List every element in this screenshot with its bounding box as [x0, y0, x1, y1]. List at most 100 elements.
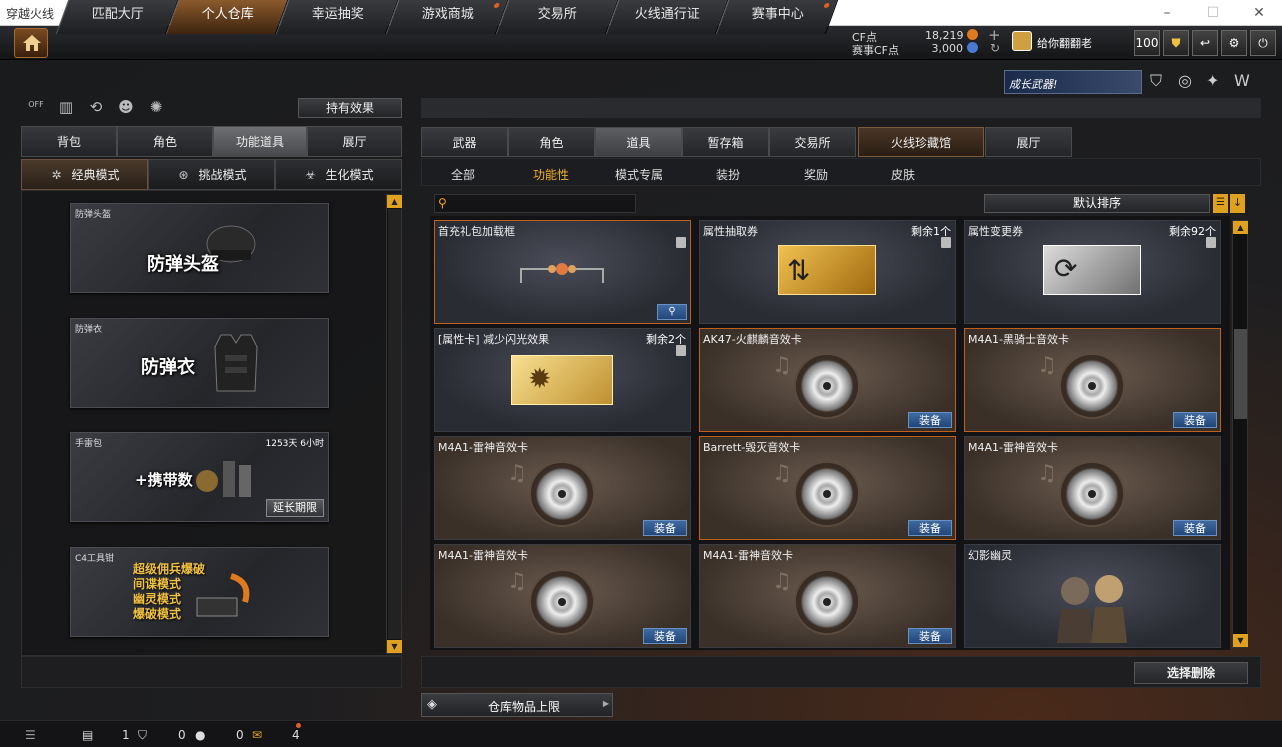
sort-dropdown[interactable]: 默认排序	[984, 194, 1210, 213]
item-card[interactable]: M4A1-雷神音效卡 ♫ 装备	[964, 436, 1221, 540]
rtab-items[interactable]: 道具	[595, 127, 682, 157]
equip-button[interactable]: 装备	[908, 520, 952, 536]
close-button[interactable]: ✕	[1236, 0, 1282, 26]
tab-backpack[interactable]: 背包	[21, 126, 117, 157]
gear-icon[interactable]: ⚙	[1221, 30, 1247, 56]
home-button[interactable]	[14, 28, 48, 58]
minimize-button[interactable]: –	[1144, 0, 1190, 26]
subtab-all[interactable]: 全部	[451, 166, 475, 183]
trash-icon[interactable]	[1206, 237, 1216, 248]
target-icon[interactable]: ◎	[1178, 71, 1198, 91]
nav-tab-battle-pass[interactable]: 火线通行证	[605, 0, 729, 34]
rtab-collection-hall[interactable]: 火线珍藏馆	[858, 127, 984, 157]
nav-tab-event-center[interactable]: 赛事中心	[715, 0, 839, 34]
tab-character[interactable]: 角色	[117, 126, 213, 157]
trash-icon[interactable]	[676, 345, 686, 356]
left-scrollbar[interactable]: ▲ ▼	[386, 194, 402, 654]
nav-tab-personal-storage[interactable]: 个人仓库	[165, 0, 289, 34]
item-card[interactable]: M4A1-雷神音效卡 ♫ 装备	[434, 436, 691, 540]
item-scrollbar[interactable]: ▲ ▼	[1232, 220, 1248, 648]
power-icon[interactable]: ⏻	[1250, 30, 1276, 56]
return-icon[interactable]: ↩	[1192, 30, 1218, 56]
tab-functional-items[interactable]: 功能道具	[213, 126, 307, 157]
nav-tab-game-store[interactable]: 游戏商城	[385, 0, 509, 34]
extend-period-button[interactable]: 延长期限	[266, 499, 324, 517]
scroll-down-arrow[interactable]: ▼	[387, 640, 402, 653]
body-armor-card[interactable]: 防弹衣 防弹衣	[70, 318, 329, 408]
item-card[interactable]: 属性变更券 剩余92个 ⟳	[964, 220, 1221, 324]
user-name[interactable]: 给你翻翻老	[1037, 35, 1092, 51]
subtab-skins[interactable]: 皮肤	[891, 166, 915, 183]
nav-tab-match-lobby[interactable]: 匹配大厅	[55, 0, 179, 34]
held-effect-button[interactable]: 持有效果	[298, 98, 402, 118]
item-card[interactable]: [属性卡] 减少闪光效果 剩余2个 ✹	[434, 328, 691, 432]
badge-icon[interactable]: ⛉	[1150, 71, 1170, 91]
maximize-button[interactable]: ☐	[1190, 0, 1236, 26]
tab-showroom[interactable]: 展厅	[307, 126, 402, 157]
subtab-mode-exclusive[interactable]: 模式专属	[615, 166, 663, 183]
rtab-weapons[interactable]: 武器	[421, 127, 508, 157]
rtab-temp-storage[interactable]: 暂存箱	[682, 127, 769, 157]
item-card[interactable]: Barrett-毁灭音效卡 ♫ 装备	[699, 436, 956, 540]
equip-button[interactable]: 装备	[1173, 520, 1217, 536]
rtab-character[interactable]: 角色	[508, 127, 595, 157]
music-note-icon: ♫	[772, 353, 792, 378]
item-card[interactable]: 幻影幽灵	[964, 544, 1221, 648]
mode-challenge[interactable]: ⊛ 挑战模式	[148, 159, 275, 190]
menu-icon[interactable]: ☰	[25, 728, 36, 742]
reset-icon[interactable]: ⟲	[86, 98, 106, 118]
shield-badge-icon[interactable]: ⛊	[1163, 30, 1189, 56]
item-card[interactable]: AK47-火麒麟音效卡 ♫ 装备	[699, 328, 956, 432]
scroll-track[interactable]	[388, 209, 401, 639]
star-icon[interactable]: ✦	[1206, 71, 1226, 91]
subtab-rewards[interactable]: 奖励	[804, 166, 828, 183]
avatar[interactable]	[1012, 31, 1032, 51]
character-icon[interactable]: ☻	[116, 98, 136, 118]
promo-banner[interactable]: 成长武器!	[1004, 70, 1142, 94]
item-card[interactable]: 首充礼包加载框 ⚲	[434, 220, 691, 324]
trash-icon[interactable]	[676, 237, 686, 248]
toggle-off-icon[interactable]: OFF	[26, 100, 46, 120]
item-card[interactable]: M4A1-雷神音效卡 ♫ 装备	[699, 544, 956, 648]
level-badge[interactable]: 100	[1134, 30, 1160, 56]
search-input[interactable]: ⚲	[434, 194, 636, 213]
grenade-icon[interactable]: ✺	[146, 98, 166, 118]
scroll-up-arrow[interactable]: ▲	[1233, 221, 1248, 234]
scroll-down-arrow[interactable]: ▼	[1233, 634, 1248, 647]
mode-classic[interactable]: ✲ 经典模式	[21, 159, 148, 190]
scroll-thumb[interactable]	[1234, 329, 1247, 419]
shield-icon[interactable]: ⛉	[138, 728, 147, 743]
rtab-showroom[interactable]: 展厅	[985, 127, 1072, 157]
equip-button[interactable]: 装备	[1173, 412, 1217, 428]
notification-dot	[296, 723, 301, 728]
subtab-functional[interactable]: 功能性	[533, 166, 569, 183]
gift-icon[interactable]: ✉	[252, 728, 262, 742]
wings-icon[interactable]: W	[1234, 71, 1254, 91]
item-card[interactable]: 属性抽取券 剩余1个 ⇅	[699, 220, 956, 324]
item-card[interactable]: M4A1-黑骑士音效卡 ♫ 装备	[964, 328, 1221, 432]
stats-icon[interactable]: ▥	[56, 98, 76, 118]
item-card[interactable]: M4A1-雷神音效卡 ♫ 装备	[434, 544, 691, 648]
subtab-outfit[interactable]: 装扮	[716, 166, 740, 183]
storage-capacity-bar[interactable]: ◈ 仓库物品上限 ▶	[421, 693, 613, 717]
nav-tab-exchange[interactable]: 交易所	[495, 0, 619, 34]
grenade-pack-card[interactable]: 手雷包 1253天 6小时 +携带数 延长期限	[70, 432, 329, 522]
equip-button[interactable]: 装备	[908, 628, 952, 644]
rtab-exchange[interactable]: 交易所	[769, 127, 856, 157]
helmet-card[interactable]: 防弹头盔 防弹头盔	[70, 203, 329, 293]
refresh-icon[interactable]: ↻	[990, 41, 1000, 55]
scroll-up-arrow[interactable]: ▲	[387, 195, 402, 208]
mode-zombie[interactable]: ☣ 生化模式	[275, 159, 402, 190]
preview-magnifier-icon[interactable]: ⚲	[657, 304, 687, 320]
list-view-icon[interactable]: ☰	[1213, 194, 1228, 213]
inventory-icon[interactable]: ▤	[82, 728, 93, 742]
chat-bubble-icon[interactable]: ●	[195, 728, 205, 742]
equip-button[interactable]: 装备	[643, 628, 687, 644]
select-delete-button[interactable]: 选择删除	[1134, 662, 1248, 684]
equip-button[interactable]: 装备	[908, 412, 952, 428]
equip-button[interactable]: 装备	[643, 520, 687, 536]
c4-toolkit-card[interactable]: C4工具钳 超级佣兵爆破 间谍模式 幽灵模式 爆破模式	[70, 547, 329, 637]
sort-direction-icon[interactable]: ↓	[1230, 194, 1245, 213]
trash-icon[interactable]	[941, 237, 951, 248]
nav-tab-lucky-draw[interactable]: 幸运抽奖	[275, 0, 399, 34]
